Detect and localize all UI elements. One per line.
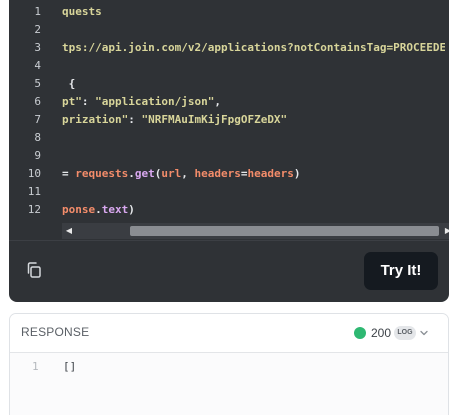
- code-token: text: [101, 203, 129, 216]
- code-token: :: [128, 113, 142, 126]
- line-number: 8: [34, 131, 41, 144]
- response-title: RESPONSE: [21, 325, 90, 339]
- code-token: ): [128, 203, 135, 216]
- api-try-it-widget: 1 2 3 4 5 6 7 8 9 10 11 12 quests tps://api.join.com…: [0, 0, 459, 415]
- log-badge[interactable]: LOG: [394, 326, 416, 340]
- response-body: []: [63, 360, 77, 373]
- code-token: headers: [194, 167, 241, 180]
- code-token: tps://api.join.com/v2/applications?notCo…: [62, 41, 445, 54]
- code-line: tps://api.join.com/v2/applications?notCo…: [62, 39, 445, 57]
- code-sample-panel: 1 2 3 4 5 6 7 8 9 10 11 12 quests tps://api.join.com…: [9, 0, 449, 302]
- copy-icon: [27, 262, 41, 278]
- response-panel: RESPONSE 200 LOG 1 []: [9, 313, 449, 415]
- line-number: 6: [34, 95, 41, 108]
- code-token: ): [293, 167, 301, 180]
- line-number-gutter: 1 2 3 4 5 6 7 8 9 10 11 12: [9, 3, 53, 219]
- line-number: 4: [34, 59, 41, 72]
- code-token: headers: [247, 167, 294, 180]
- code-token: ponse: [62, 203, 96, 216]
- horizontal-scrollbar[interactable]: ◀ ▶: [62, 223, 449, 239]
- code-token: requests: [75, 167, 129, 180]
- try-it-button[interactable]: Try It!: [364, 252, 438, 290]
- code-line: ponse.text): [62, 201, 445, 219]
- code-line: prization": "NRFMAuImKijFpgOFZeDX": [62, 111, 445, 129]
- line-number: 1: [34, 5, 41, 18]
- line-number: 2: [34, 23, 41, 36]
- code-token: {: [62, 77, 76, 90]
- line-number: 11: [27, 185, 41, 198]
- line-number: 5: [34, 77, 41, 90]
- scroll-right-arrow-icon[interactable]: ▶: [441, 223, 449, 239]
- chevron-down-icon[interactable]: [419, 328, 429, 338]
- code-token: .: [95, 203, 102, 216]
- code-token: pt": [62, 95, 82, 108]
- copy-code-button[interactable]: [25, 261, 43, 279]
- scroll-left-arrow-icon[interactable]: ◀: [62, 223, 76, 239]
- code-token: ,: [214, 95, 221, 108]
- code-token: "application/json": [95, 95, 215, 108]
- code-line: = requests.get(url, headers=headers): [62, 165, 445, 183]
- scrollbar-thumb[interactable]: [130, 226, 439, 236]
- toolbar-divider: [9, 240, 449, 241]
- line-number: 10: [27, 167, 41, 180]
- code-token: =: [62, 167, 76, 180]
- line-number: 3: [34, 41, 41, 54]
- code-token: "NRFMAuImKijFpgOFZeDX": [141, 113, 288, 126]
- code-line: quests: [62, 3, 445, 21]
- code-token: .: [128, 167, 135, 180]
- code-line: {: [62, 75, 445, 93]
- code-token: get: [134, 167, 155, 180]
- status-indicator-dot: [354, 327, 366, 339]
- response-header[interactable]: RESPONSE 200 LOG: [10, 314, 448, 353]
- line-number: 7: [34, 113, 41, 126]
- line-number: 9: [34, 149, 41, 162]
- line-number: 12: [27, 203, 41, 216]
- code-token: url: [161, 167, 182, 180]
- status-code: 200: [371, 326, 392, 340]
- code-token: ,: [181, 167, 195, 180]
- code-token: :: [81, 95, 96, 108]
- response-line-number: 1: [32, 360, 39, 373]
- code-token: prization": [62, 113, 129, 126]
- code-editor[interactable]: 1 2 3 4 5 6 7 8 9 10 11 12 quests tps://api.join.com…: [9, 0, 449, 222]
- code-token: quests: [62, 5, 102, 18]
- code-lines: quests tps://api.join.com/v2/applications…: [62, 3, 445, 219]
- code-line: pt": "application/json",: [62, 93, 445, 111]
